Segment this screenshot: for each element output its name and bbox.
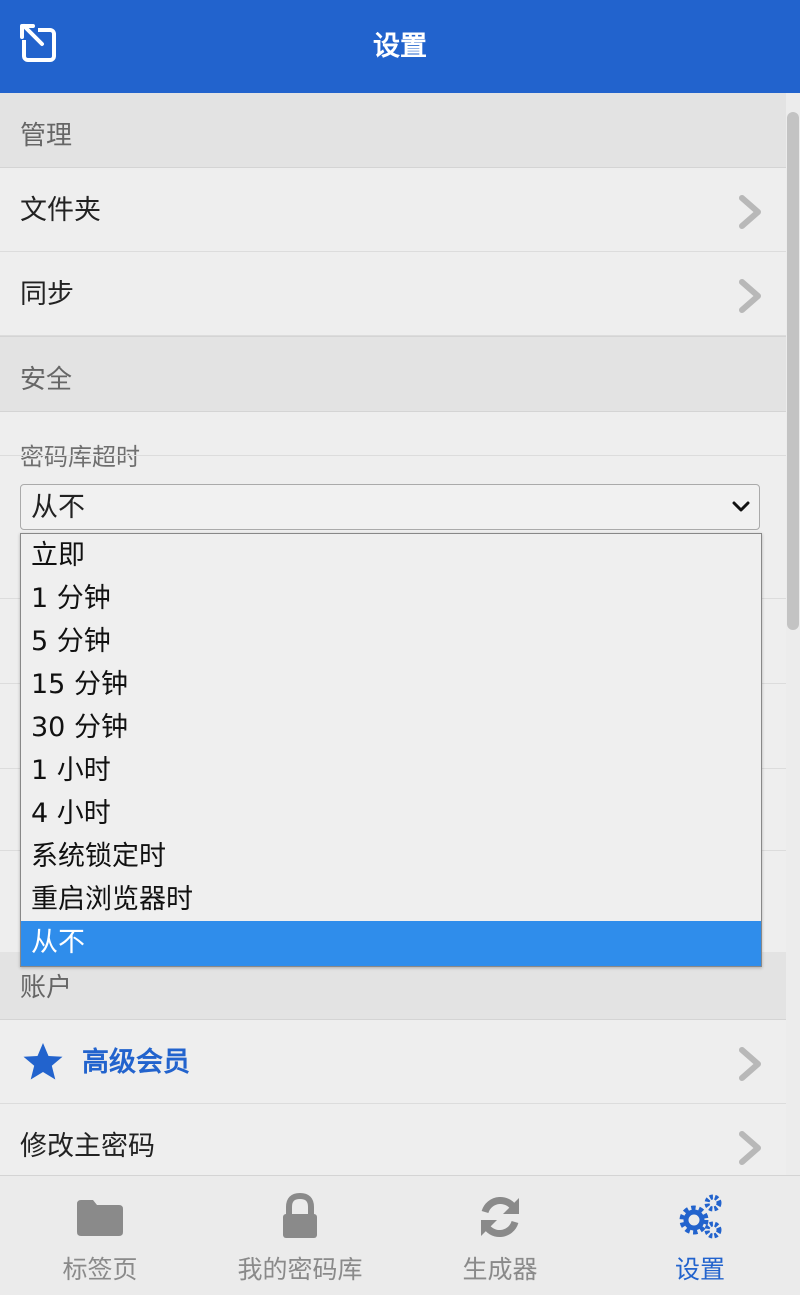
bottom-tab-bar: 标签页 我的密码库 生成器 设置 xyxy=(0,1175,800,1295)
dropdown-option[interactable]: 5 分钟 xyxy=(21,620,761,663)
star-icon xyxy=(23,1043,63,1080)
lock-icon xyxy=(283,1192,317,1238)
dropdown-option[interactable]: 1 分钟 xyxy=(21,577,761,620)
chevron-down-icon xyxy=(732,501,750,512)
tab-my-vault[interactable]: 我的密码库 xyxy=(200,1176,400,1295)
settings-item-label: 同步 xyxy=(20,279,74,310)
vault-timeout-dropdown: 立即 1 分钟 5 分钟 15 分钟 30 分钟 1 小时 4 小时 系统锁定时… xyxy=(20,533,762,967)
dropdown-option-selected[interactable]: 从不 xyxy=(21,921,761,966)
tab-label: 标签页 xyxy=(62,1255,138,1284)
dropdown-option[interactable]: 15 分钟 xyxy=(21,663,761,706)
tab-label: 我的密码库 xyxy=(237,1255,363,1284)
tab-settings[interactable]: 设置 xyxy=(600,1176,800,1295)
header-bar: 设置 xyxy=(0,0,800,93)
tab-label: 设置 xyxy=(674,1255,725,1284)
settings-item-label: 文件夹 xyxy=(20,195,101,226)
dropdown-option[interactable]: 重启浏览器时 xyxy=(21,878,761,921)
vault-timeout-value: 从不 xyxy=(31,492,85,523)
section-header-manage: 管理 xyxy=(0,93,786,168)
tab-tabs[interactable]: 标签页 xyxy=(0,1176,200,1295)
dropdown-option[interactable]: 1 小时 xyxy=(21,749,761,792)
page-title: 设置 xyxy=(373,31,427,62)
chevron-right-icon xyxy=(739,195,761,229)
chevron-right-icon xyxy=(739,1131,761,1165)
settings-item-folders[interactable]: 文件夹 xyxy=(0,168,786,252)
dropdown-option[interactable]: 4 小时 xyxy=(21,792,761,835)
tab-generator[interactable]: 生成器 xyxy=(400,1176,600,1295)
chevron-right-icon xyxy=(739,1047,761,1081)
refresh-icon xyxy=(481,1197,519,1237)
dropdown-option[interactable]: 30 分钟 xyxy=(21,706,761,749)
tab-label: 生成器 xyxy=(462,1255,538,1284)
settings-item-sync[interactable]: 同步 xyxy=(0,252,786,336)
gears-icon xyxy=(679,1194,722,1239)
settings-item-premium[interactable]: 高级会员 xyxy=(0,1020,786,1104)
vault-timeout-select[interactable]: 从不 xyxy=(20,484,760,530)
settings-item-label: 高级会员 xyxy=(82,1047,190,1078)
settings-item-label: 修改主密码 xyxy=(20,1131,155,1162)
dropdown-option[interactable]: 系统锁定时 xyxy=(21,835,761,878)
settings-item-change-master-password[interactable]: 修改主密码 xyxy=(0,1104,786,1175)
scrollbar-thumb[interactable] xyxy=(787,112,799,630)
folder-icon xyxy=(77,1200,123,1236)
section-header-security: 安全 xyxy=(0,336,786,412)
dropdown-option[interactable]: 立即 xyxy=(21,534,761,577)
chevron-right-icon xyxy=(739,279,761,313)
